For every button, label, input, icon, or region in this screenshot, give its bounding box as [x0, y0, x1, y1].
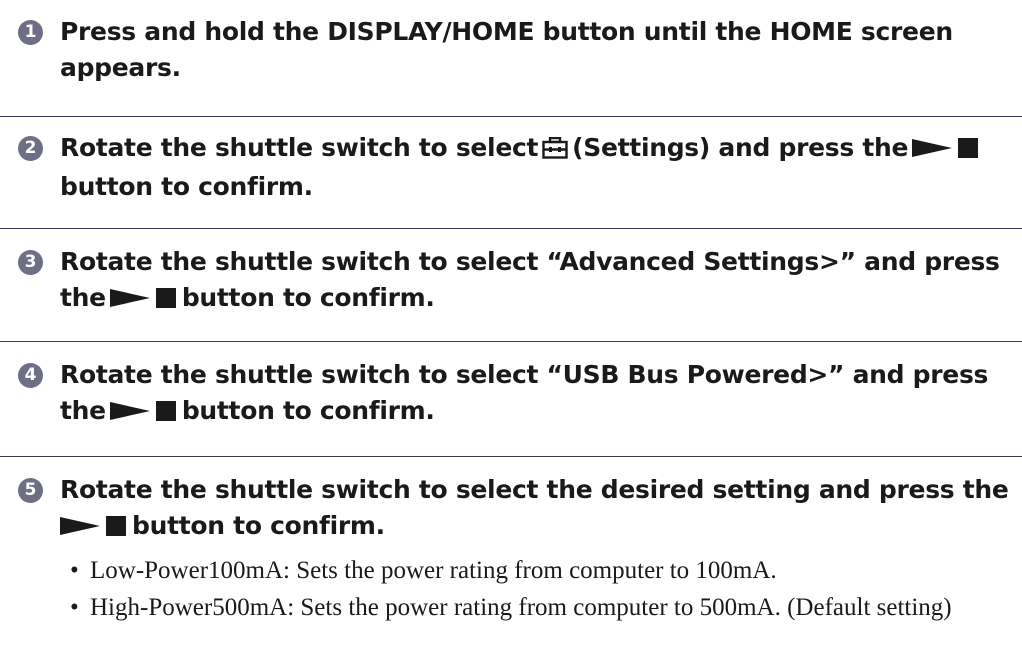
- step-3-text-after: button to confirm.: [181, 283, 435, 312]
- bullet: •: [70, 594, 79, 621]
- step-2-text-after: button to confirm.: [60, 172, 313, 201]
- step-2-text-before: Rotate the shuttle switch to select: [60, 133, 539, 162]
- step-5: 5 Rotate the shuttle switch to select th…: [0, 472, 1022, 625]
- step-3: 3 Rotate the shuttle switch to select “A…: [0, 244, 1022, 319]
- step-2: 2 Rotate the shuttle switch to select (Se…: [0, 130, 1022, 205]
- divider: [0, 456, 1022, 457]
- play-stop-icon: [109, 283, 178, 319]
- divider: [0, 341, 1022, 342]
- bullet: •: [70, 557, 79, 584]
- list-item: • High-Power500mA: Sets the power rating …: [70, 590, 1012, 625]
- settings-toolbox-icon: [542, 133, 568, 169]
- setting-options-list: • Low-Power100mA: Sets the power rating f…: [70, 553, 1012, 625]
- step-5-text-before: Rotate the shuttle switch to select the …: [60, 475, 1009, 504]
- option-high-power-text: High-Power500mA: Sets the power rating f…: [90, 594, 952, 621]
- play-stop-icon: [60, 511, 128, 547]
- step-1-text: Press and hold the DISPLAY/HOME button u…: [60, 17, 953, 82]
- option-low-power-text: Low-Power100mA: Sets the power rating fr…: [90, 557, 777, 584]
- step-1: 1 Press and hold the DISPLAY/HOME button…: [0, 14, 1022, 86]
- step-4-text-after: button to confirm.: [181, 396, 435, 425]
- list-item: • Low-Power100mA: Sets the power rating f…: [70, 553, 1012, 588]
- play-stop-icon: [109, 396, 178, 432]
- step-2-text: Rotate the shuttle switch to select (Sett…: [60, 130, 1012, 205]
- step-4-text: Rotate the shuttle switch to select “USB…: [60, 357, 1012, 432]
- step-number-badge: 4: [18, 363, 43, 388]
- step-5-text: Rotate the shuttle switch to select the …: [60, 472, 1012, 547]
- divider: [0, 116, 1022, 117]
- step-4: 4 Rotate the shuttle switch to select “U…: [0, 357, 1022, 432]
- play-stop-icon: [912, 133, 980, 169]
- step-3-text: Rotate the shuttle switch to select “Adv…: [60, 244, 1012, 319]
- step-number-badge: 5: [18, 478, 43, 503]
- step-number-badge: 3: [18, 250, 43, 275]
- step-2-text-middle: (Settings) and press the: [572, 133, 909, 162]
- step-number-badge: 1: [18, 20, 43, 45]
- step-number-badge: 2: [18, 136, 43, 161]
- divider: [0, 228, 1022, 229]
- step-5-text-after: button to confirm.: [132, 511, 385, 540]
